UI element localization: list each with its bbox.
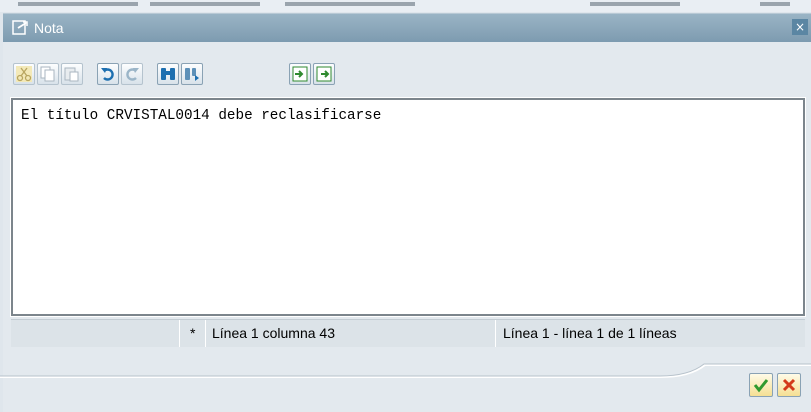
paste-icon (64, 67, 79, 82)
close-button[interactable]: × (792, 19, 808, 35)
note-text[interactable]: El título CRVISTAL0014 debe reclasificar… (21, 108, 381, 124)
export-icon (316, 66, 332, 82)
cursor-position-field: Línea 1 columna 43 (205, 320, 496, 347)
line-range-field: Línea 1 - línea 1 de 1 líneas (495, 320, 806, 347)
find-icon (161, 68, 175, 80)
note-edit-icon (12, 20, 28, 35)
cancel-x-icon (782, 378, 796, 392)
dialog-titlebar[interactable]: Nota × (3, 13, 811, 42)
redo-icon (126, 68, 139, 81)
undo-button[interactable] (97, 63, 119, 85)
line-range: Línea 1 - línea 1 de 1 líneas (503, 325, 677, 341)
note-text-editor[interactable]: El título CRVISTAL0014 debe reclasificar… (10, 97, 806, 317)
paste-button[interactable] (61, 63, 83, 85)
copy-button[interactable] (37, 63, 59, 85)
find-next-button[interactable] (181, 63, 203, 85)
cancel-button[interactable] (777, 373, 801, 397)
import-icon (292, 66, 308, 82)
modified-marker: * (190, 325, 196, 341)
cut-button[interactable] (13, 63, 35, 85)
cut-icon (16, 66, 32, 82)
background-window-strip (0, 0, 811, 12)
modified-indicator: * (179, 320, 206, 347)
cursor-position: Línea 1 columna 43 (212, 325, 335, 341)
find-button[interactable] (157, 63, 179, 85)
dialog-title: Nota (34, 20, 64, 36)
footer-separator (0, 363, 811, 378)
redo-button[interactable] (121, 63, 143, 85)
find-next-icon (185, 68, 199, 81)
close-icon: × (794, 20, 806, 34)
checkmark-icon (753, 379, 769, 393)
export-button[interactable] (313, 63, 335, 85)
copy-icon (40, 66, 55, 82)
undo-icon (101, 68, 114, 81)
confirm-button[interactable] (749, 373, 773, 397)
import-button[interactable] (289, 63, 311, 85)
status-bar: * Línea 1 columna 43 Línea 1 - línea 1 d… (11, 319, 805, 347)
